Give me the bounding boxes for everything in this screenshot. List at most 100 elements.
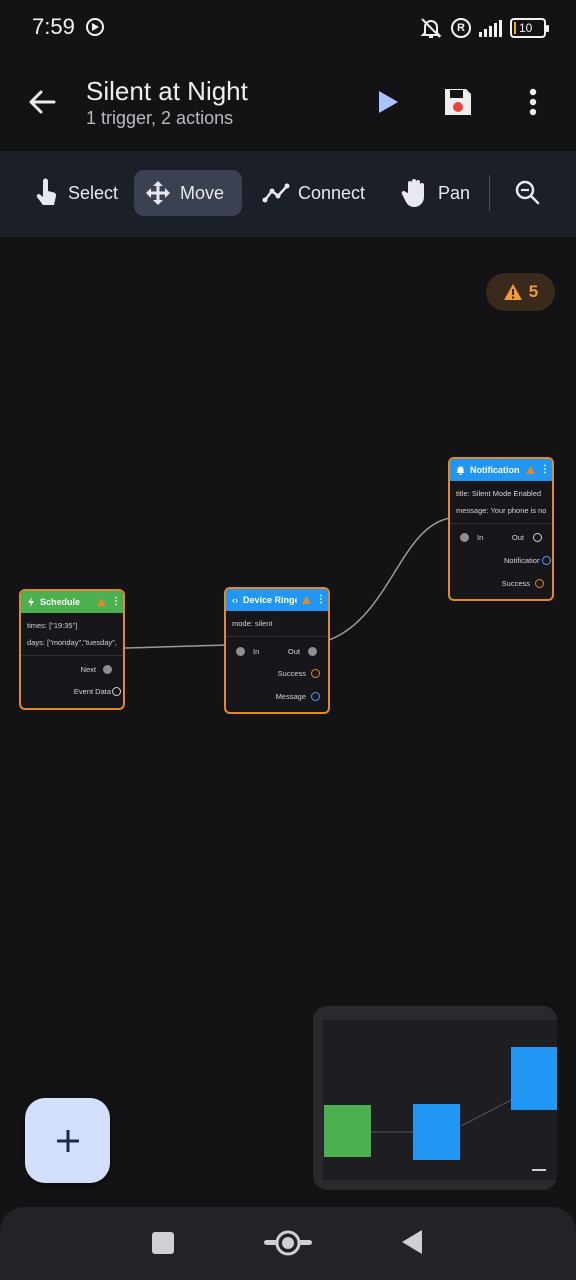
pointer-icon bbox=[36, 178, 57, 205]
toolbar-divider bbox=[489, 175, 490, 211]
add-node-button[interactable] bbox=[25, 1098, 110, 1183]
tool-select-label: Select bbox=[68, 182, 119, 203]
tool-connect[interactable]: Connect bbox=[252, 170, 375, 216]
warning-icon bbox=[503, 284, 522, 300]
minimap[interactable] bbox=[313, 1006, 557, 1190]
tool-connect-label: Connect bbox=[298, 182, 366, 203]
node-device-header: ‹› Device Ringer Mode ⋮ bbox=[226, 589, 328, 611]
minimap-node-device bbox=[413, 1104, 460, 1160]
minimap-node-schedule bbox=[324, 1105, 371, 1157]
status-time: 7:59 bbox=[32, 14, 75, 39]
signal-icon bbox=[479, 19, 502, 37]
canvas-toolbar: Select Move Connect Pan bbox=[0, 151, 576, 237]
port-label-success: Success bbox=[277, 669, 306, 678]
node-ports: In Out Success Message bbox=[226, 637, 328, 712]
warnings-badge[interactable]: 5 bbox=[486, 273, 555, 311]
muted-icon bbox=[419, 17, 443, 39]
node-notification[interactable]: Notification ⋮ title: Silent Mode Enable… bbox=[448, 457, 554, 601]
minimap-zoom-out-icon[interactable] bbox=[532, 1169, 546, 1171]
port-out[interactable] bbox=[308, 647, 317, 656]
tool-move-label: Move bbox=[180, 182, 225, 203]
node-params: title: Silent Mode Enabled message: Your… bbox=[450, 481, 552, 524]
port-event-data[interactable] bbox=[112, 687, 121, 696]
save-button[interactable] bbox=[440, 84, 476, 120]
play-circle-icon bbox=[86, 18, 104, 36]
port-message[interactable] bbox=[311, 692, 320, 701]
param-times: times: ["19:35"] bbox=[27, 621, 78, 630]
port-label-out: Out bbox=[511, 533, 524, 542]
save-icon bbox=[445, 89, 471, 115]
port-label-notification-id: Notification ID bbox=[504, 556, 540, 565]
r-icon: R bbox=[451, 18, 471, 38]
node-params: times: ["19:35"] days: ["monday","tuesda… bbox=[21, 613, 123, 656]
node-menu-icon[interactable]: ⋮ bbox=[540, 465, 550, 475]
node-warning-icon bbox=[302, 596, 311, 604]
node-ports: Next Event Data bbox=[21, 656, 123, 708]
recents-button[interactable] bbox=[152, 1232, 174, 1254]
app-bar: Silent at Night 1 trigger, 2 actions bbox=[0, 56, 576, 150]
workflow-canvas[interactable]: 5 Schedule ⋮ times: ["19:35"] days: ["mo… bbox=[0, 237, 576, 1207]
battery-level: 10 bbox=[519, 21, 533, 35]
more-options-button[interactable] bbox=[516, 84, 550, 120]
warnings-count: 5 bbox=[528, 282, 539, 301]
bell-icon bbox=[456, 466, 465, 475]
node-menu-icon[interactable]: ⋮ bbox=[316, 595, 326, 605]
port-label-in: In bbox=[477, 533, 484, 542]
node-params: mode: silent bbox=[226, 611, 328, 637]
node-device-ringer[interactable]: ‹› Device Ringer Mode ⋮ mode: silent In … bbox=[224, 587, 330, 714]
minimap-viewport bbox=[323, 1020, 557, 1180]
page-title: Silent at Night bbox=[86, 76, 248, 106]
node-ports: In Out Notification ID Success bbox=[450, 524, 552, 599]
port-label-in: In bbox=[253, 647, 260, 656]
port-label-message: Message bbox=[275, 692, 306, 701]
bolt-icon bbox=[28, 597, 34, 607]
param-title: title: Silent Mode Enabled bbox=[456, 489, 542, 498]
tool-select[interactable]: Select bbox=[22, 170, 128, 216]
port-label-out: Out bbox=[287, 647, 300, 656]
port-success[interactable] bbox=[535, 579, 544, 588]
add-icon bbox=[56, 1129, 79, 1152]
tool-move[interactable]: Move bbox=[134, 170, 242, 216]
tool-pan-label: Pan bbox=[438, 182, 471, 203]
node-notification-title: Notification bbox=[470, 465, 520, 475]
param-mode: mode: silent bbox=[232, 619, 273, 628]
zoom-out-button[interactable] bbox=[510, 175, 546, 211]
node-schedule[interactable]: Schedule ⋮ times: ["19:35"] days: ["mond… bbox=[19, 589, 125, 710]
port-out[interactable] bbox=[533, 533, 542, 542]
param-days: days: ["monday","tuesday","wednesday","t… bbox=[27, 638, 117, 647]
node-device-title: Device Ringer Mode bbox=[243, 595, 297, 605]
port-in[interactable] bbox=[236, 647, 245, 656]
move-icon bbox=[146, 181, 170, 205]
port-label-success: Success bbox=[501, 579, 530, 588]
port-label-next: Next bbox=[80, 665, 96, 674]
battery-icon: 10 bbox=[510, 18, 549, 38]
play-icon bbox=[379, 91, 398, 113]
node-schedule-header: Schedule ⋮ bbox=[21, 591, 123, 613]
node-menu-icon[interactable]: ⋮ bbox=[111, 597, 121, 607]
run-button[interactable] bbox=[370, 84, 406, 120]
port-next[interactable] bbox=[103, 665, 112, 674]
port-label-event-data: Event Data bbox=[73, 687, 111, 696]
code-icon: ‹› bbox=[232, 595, 238, 605]
port-success[interactable] bbox=[311, 669, 320, 678]
home-icon bbox=[264, 1230, 312, 1256]
node-warning-icon bbox=[526, 466, 535, 474]
param-message: message: Your phone is now in silent mod… bbox=[456, 506, 546, 515]
back-button[interactable] bbox=[24, 84, 60, 120]
status-bar: 7:59 R 10 bbox=[0, 0, 576, 56]
minimap-node-notification bbox=[511, 1047, 557, 1110]
zoom-out-icon bbox=[515, 180, 540, 205]
port-in[interactable] bbox=[460, 533, 469, 542]
port-notification-id[interactable] bbox=[542, 556, 551, 565]
tool-pan[interactable]: Pan bbox=[390, 170, 480, 216]
edge-device-to-notification bbox=[328, 517, 451, 641]
arrow-back-icon bbox=[29, 90, 56, 114]
status-icons: R 10 bbox=[419, 16, 549, 40]
page-subtitle: 1 trigger, 2 actions bbox=[86, 108, 234, 128]
system-back-button[interactable] bbox=[400, 1229, 424, 1255]
system-nav-bar bbox=[0, 1207, 576, 1280]
home-button[interactable] bbox=[262, 1227, 314, 1259]
triangle-back-icon bbox=[402, 1230, 422, 1254]
node-notification-header: Notification ⋮ bbox=[450, 459, 552, 481]
node-schedule-title: Schedule bbox=[40, 597, 81, 607]
